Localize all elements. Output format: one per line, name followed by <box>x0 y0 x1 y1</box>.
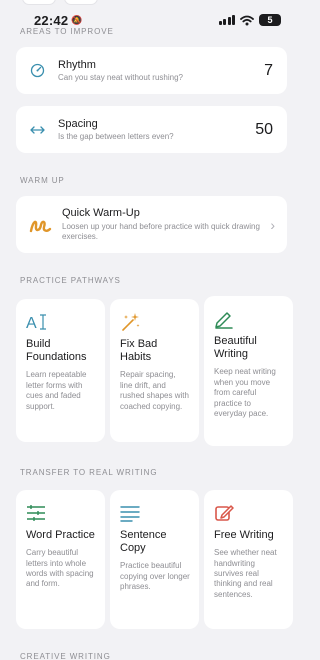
tile-sentence-copy[interactable]: Sentence Copy Practice beautiful copying… <box>110 490 199 629</box>
pen-icon <box>214 308 236 330</box>
tile-title: Fix Bad Habits <box>120 338 158 364</box>
tile-description: Practice beautiful copying over longer p… <box>120 561 190 592</box>
section-label-practice-pathways: PRACTICE PATHWAYS <box>20 276 121 285</box>
tile-title: Word Practice <box>26 529 95 541</box>
metric-value: 7 <box>264 61 273 79</box>
status-icons: 5 <box>218 14 281 26</box>
status-bar: 22:42 🔕 5 <box>0 0 303 40</box>
tile-description: Learn repeatable letter forms with cues … <box>26 370 87 411</box>
tile-title: Sentence Copy <box>120 529 167 555</box>
warm-up-subtitle: Loosen up your hand before practice with… <box>62 222 260 241</box>
battery-icon: 5 <box>259 14 281 26</box>
tile-title: Beautiful Writing <box>214 335 257 361</box>
tile-build-foundations[interactable]: A Build Foundations Learn repeatable let… <box>16 299 105 442</box>
signal-icon <box>218 15 235 25</box>
squiggle-icon <box>28 213 52 237</box>
metric-title: Spacing <box>58 118 98 130</box>
metric-card-spacing[interactable]: Spacing Is the gap between letters even?… <box>16 106 287 153</box>
tile-word-practice[interactable]: Word Practice Carry beautiful letters in… <box>16 490 105 629</box>
status-time: 22:42 🔕 <box>34 13 83 28</box>
bell-icon: 🔕 <box>71 14 83 25</box>
tile-description: See whether neat handwriting survives re… <box>214 548 277 599</box>
svg-text:A: A <box>26 315 37 332</box>
section-label-warm-up: WARM UP <box>20 176 65 185</box>
word-lines-icon <box>26 502 48 524</box>
wifi-icon <box>240 15 254 25</box>
tile-beautiful-writing[interactable]: Beautiful Writing Keep neat writing when… <box>204 296 293 446</box>
section-label-transfer: TRANSFER TO REAL WRITING <box>20 468 158 477</box>
spacing-arrows-icon <box>28 121 46 139</box>
tile-description: Repair spacing, line drift, and rushed s… <box>120 370 189 411</box>
tile-description: Keep neat writing when you move from car… <box>214 367 276 418</box>
metric-subtitle: Can you stay neat without rushing? <box>58 73 183 82</box>
warm-up-title: Quick Warm-Up <box>62 207 140 219</box>
rhythm-gauge-icon <box>28 62 46 80</box>
metric-value: 50 <box>255 120 273 138</box>
edit-square-icon <box>214 502 236 524</box>
tile-title: Free Writing <box>214 529 274 541</box>
metric-card-rhythm[interactable]: Rhythm Can you stay neat without rushing… <box>16 47 287 94</box>
text-lines-icon <box>120 502 142 524</box>
warm-up-card[interactable]: Quick Warm-Up Loosen up your hand before… <box>16 196 287 253</box>
battery-level: 5 <box>267 15 273 25</box>
text-cursor-icon: A <box>26 311 48 333</box>
metric-title: Rhythm <box>58 59 96 71</box>
tile-description: Carry beautiful letters into whole words… <box>26 548 94 589</box>
tile-title: Build Foundations <box>26 338 87 364</box>
chevron-right-icon: › <box>270 216 275 233</box>
tile-fix-bad-habits[interactable]: Fix Bad Habits Repair spacing, line drif… <box>110 299 199 442</box>
section-label-creative: CREATIVE WRITING <box>20 652 111 660</box>
magic-wand-icon <box>120 311 142 333</box>
status-time-text: 22:42 <box>34 12 69 28</box>
tile-free-writing[interactable]: Free Writing See whether neat handwritin… <box>204 490 293 629</box>
metric-subtitle: Is the gap between letters even? <box>58 132 174 141</box>
